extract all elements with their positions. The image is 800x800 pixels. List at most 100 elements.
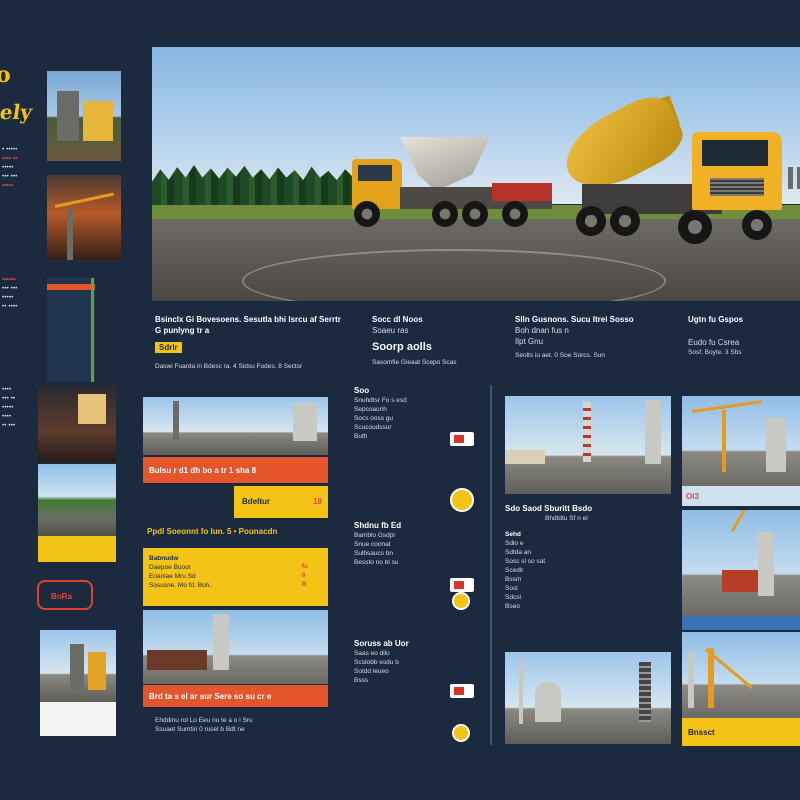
list-item[interactable]: Bssm [505, 575, 671, 584]
flag-icon [450, 684, 474, 698]
info-line[interactable]: Eudo fu Csrea [688, 337, 800, 348]
info-line[interactable]: Socc dl Noos [372, 314, 502, 325]
block-num[interactable]: 8 [302, 571, 308, 580]
info-line[interactable]: Sosf. Boyte. 3 Sbs [688, 348, 800, 357]
thumb-road-site[interactable] [38, 464, 116, 536]
footer-line[interactable]: Ehddinu rol Lo Eeu nu te a o l Sru [155, 716, 335, 725]
tag-text[interactable]: Bdeltur [242, 496, 270, 507]
footer-line[interactable]: Ssuaet Sumtin 0 rusel b Bdt ne [155, 725, 335, 734]
block-num[interactable]: B [302, 580, 308, 589]
rail-line[interactable]: ••• •• [2, 394, 32, 403]
info-line[interactable]: Ilpt Gnu [515, 336, 675, 347]
list-item[interactable]: Sdcsl [505, 593, 671, 602]
coin-icon[interactable] [452, 592, 470, 610]
info-line[interactable]: Slln Gusnons. Sucu Itrei Sosso [515, 314, 675, 325]
caption-text[interactable]: Bulsu r d1 dh bo a tr 1 sha 8 [149, 465, 328, 476]
coin-icon[interactable] [450, 488, 474, 512]
rail-line[interactable]: •• •••• [2, 302, 32, 311]
list-item[interactable]: Sosl [505, 584, 671, 593]
item-line[interactable]: Sepcoaunh [354, 405, 484, 414]
flag-icon [450, 432, 474, 446]
caption-text[interactable]: Brd ta s el ar sur Sere so su cr e [149, 691, 328, 702]
photo-plant-tanks[interactable] [505, 652, 671, 744]
section-b-item-3: Soruss ab Uor Saas eo dilo Scstobb esdu … [354, 638, 484, 685]
left-rail-top: • ••••• •••• •• ••••• ••• ••• ••••• [2, 145, 32, 190]
caption-line[interactable]: Sdo Saod Sburitt Bsdo [505, 503, 675, 514]
left-rail-low: •••• ••• •• ••••• •••• •• ••• [2, 385, 32, 430]
section-b-item-2: Shdnu fb Ed Bamblo Gsdpl Snue coonat Sul… [354, 520, 484, 567]
section-c-list: Sehd Sdlo e Sdtda an Sosc sl so sat Sced… [505, 530, 671, 611]
red-outline-badge[interactable]: BnRa [37, 580, 93, 610]
list-item[interactable]: Sdlo e [505, 539, 671, 548]
item-line[interactable]: Sulbsaucs bn [354, 549, 484, 558]
rail-line[interactable]: •••••• [2, 275, 32, 284]
logo-wordmark[interactable]: ely [0, 100, 34, 124]
info-line[interactable]: Boh dnan fus n [515, 325, 675, 336]
item-line[interactable]: Snuhdtsr Fo s esd [354, 396, 484, 405]
footer-tag[interactable]: Bnssct [688, 727, 800, 738]
info-col-3: Slln Gusnons. Sucu Itrei Sosso Boh dnan … [515, 314, 675, 360]
caption-line[interactable]: Bhdtdtu Sf n el [505, 514, 675, 523]
list-item[interactable]: Scedlr [505, 566, 671, 575]
dump-truck [352, 137, 552, 229]
item-title[interactable]: Soo [354, 385, 484, 396]
item-line[interactable]: Bessto no bl su [354, 558, 484, 567]
item-line[interactable]: Scucoudssur [354, 423, 484, 432]
info-line[interactable]: Bsinclx Gi Bovesoens. Sesutla bhi Isrcu … [155, 314, 360, 325]
rail-line[interactable]: ••• ••• [2, 172, 32, 181]
item-line[interactable]: Saas eo dilo [354, 649, 484, 658]
list-item[interactable]: Sosc sl so sat [505, 557, 671, 566]
badge-label[interactable]: BnRa [51, 591, 91, 602]
item-title[interactable]: Shdnu fb Ed [354, 520, 484, 531]
section-a-heading[interactable]: Ppdl Soeonnt fo lun. 5 • Pounacdn [147, 526, 331, 537]
info-tag[interactable]: Sdrlr [155, 342, 182, 353]
rail-line[interactable]: •••• [2, 385, 32, 394]
info-line[interactable]: Daswi Fuarda in Bdesc ra. 4 Sidsu Fodes.… [155, 362, 360, 371]
info-line[interactable]: Ugtn fu Gspos [688, 314, 800, 325]
rail-line[interactable]: ••• ••• [2, 284, 32, 293]
rail-line[interactable]: ••••• [2, 403, 32, 412]
photo-construction[interactable] [143, 610, 328, 684]
info-line[interactable]: Soaeu ras [372, 325, 502, 336]
info-heading[interactable]: Soorp aolls [372, 340, 502, 354]
item-line[interactable]: Socs ooss gu [354, 414, 484, 423]
info-line[interactable]: G punlyng tr a [155, 325, 360, 336]
rail-line[interactable]: ••••• [2, 163, 32, 172]
yellow-footer-bar: Bnssct [682, 718, 800, 746]
tag-number[interactable]: 18 [313, 496, 322, 507]
thumb-silo[interactable] [40, 630, 116, 702]
item-title[interactable]: Soruss ab Uor [354, 638, 484, 649]
rail-line[interactable]: •••• [2, 412, 32, 421]
list-item[interactable]: Sdtda an [505, 548, 671, 557]
left-rail-mid: •••••• ••• ••• ••••• •• •••• [2, 275, 32, 311]
thumb-building[interactable] [47, 71, 121, 161]
photo-cranes-2[interactable] [682, 510, 800, 616]
strip-tag[interactable]: Ol3 [686, 491, 800, 502]
coin-icon[interactable] [452, 724, 470, 742]
thumb-caption-white [40, 702, 116, 736]
item-line[interactable]: Sotdd leueo [354, 667, 484, 676]
thumb-plant-night[interactable] [38, 386, 116, 462]
rail-line[interactable]: ••••• [2, 293, 32, 302]
info-line[interactable]: Sasomfie Gieaat Scepo Scas [372, 358, 502, 367]
rail-line[interactable]: • ••••• [2, 145, 32, 154]
orange-caption-bar: Bulsu r d1 dh bo a tr 1 sha 8 [143, 457, 328, 483]
rail-line[interactable]: •• ••• [2, 421, 32, 430]
item-line[interactable]: Bamblo Gsdpl [354, 531, 484, 540]
rail-line[interactable]: •••• •• [2, 154, 32, 163]
hero-image[interactable] [152, 47, 800, 301]
item-line[interactable]: Scstobb esdu b [354, 658, 484, 667]
block-num[interactable]: fu [302, 562, 308, 571]
thumb-crane-sunset[interactable] [47, 175, 121, 260]
item-line[interactable]: Snue coonat [354, 540, 484, 549]
logo-mark[interactable]: o [0, 62, 11, 88]
info-line[interactable]: Seolts iu aet. 0 Soe Sorcs. Sun [515, 351, 675, 360]
photo-industrial-site[interactable] [143, 397, 328, 455]
photo-factory[interactable] [505, 396, 671, 494]
rail-line[interactable]: ••••• [2, 181, 32, 190]
list-item[interactable]: Sehd [505, 530, 671, 539]
photo-caption-strip: Ol3 [682, 486, 800, 506]
photo-cranes-1[interactable] [682, 396, 800, 486]
list-item[interactable]: Bseo [505, 602, 671, 611]
photo-cranes-3[interactable] [682, 632, 800, 718]
